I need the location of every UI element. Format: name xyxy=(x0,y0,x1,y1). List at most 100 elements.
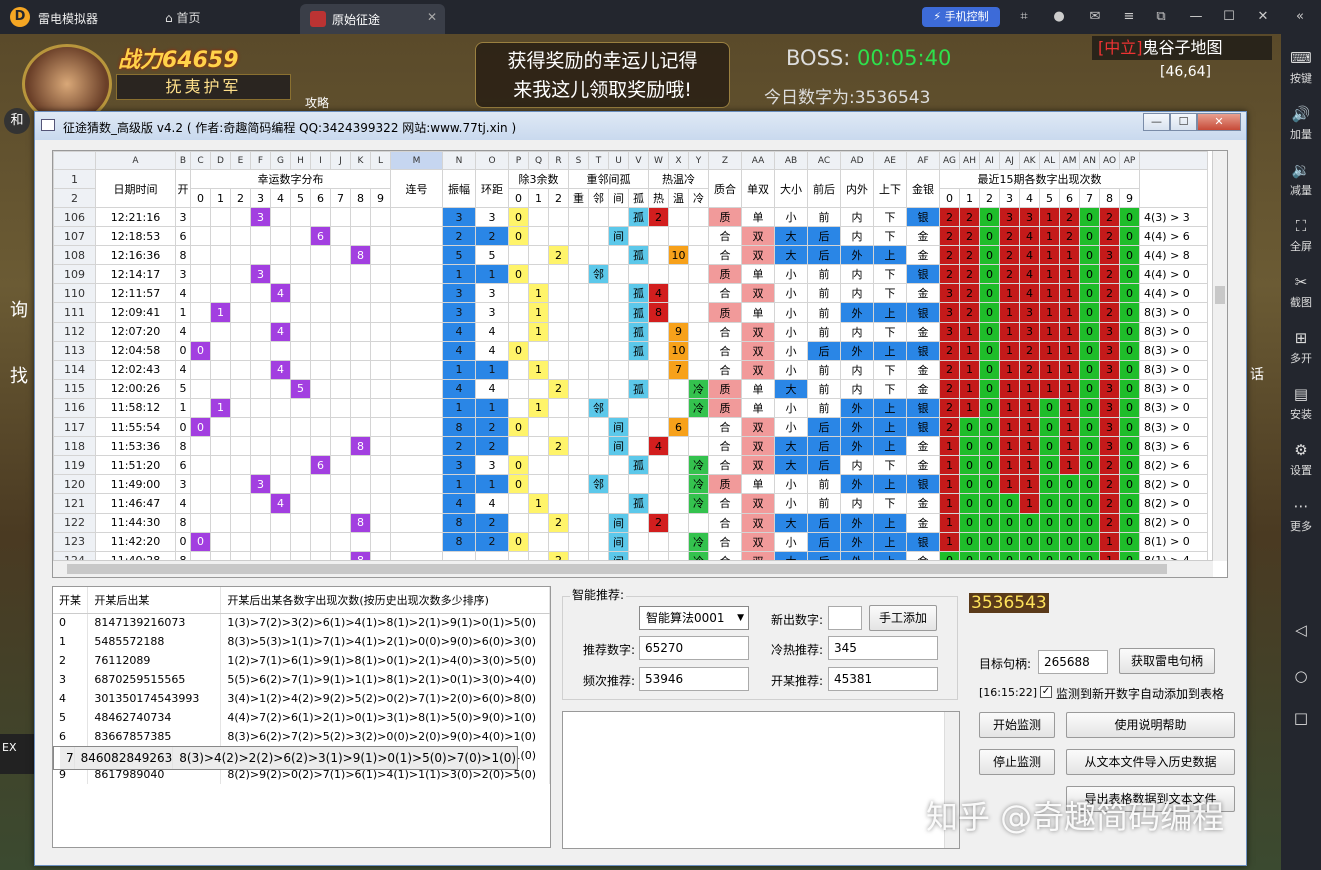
menu-icon[interactable]: ≡ xyxy=(1121,9,1137,25)
cell-div3-hit[interactable]: 0 xyxy=(508,226,529,247)
cell-recent[interactable]: 0 xyxy=(1019,512,1040,533)
cell-recent[interactable]: 1 xyxy=(1019,455,1040,476)
cell-cljg[interactable] xyxy=(588,206,609,228)
cell-recent[interactable]: 2 xyxy=(1059,226,1080,247)
cell-rwl[interactable] xyxy=(668,226,689,247)
cell-rwl-hit[interactable]: 6 xyxy=(668,417,689,438)
cell-cljg[interactable] xyxy=(628,264,649,285)
cell-time[interactable]: 11:51:20 xyxy=(95,455,176,476)
cell-danshuang[interactable]: 双 xyxy=(741,283,775,304)
cell-time[interactable]: 11:55:54 xyxy=(95,417,176,438)
cell-lianhao[interactable] xyxy=(390,245,443,266)
row-header[interactable]: 2 xyxy=(53,188,96,208)
cell-recent[interactable]: 1 xyxy=(939,436,960,457)
cell-cljg[interactable] xyxy=(568,493,589,514)
header-lucky-digit[interactable]: 2 xyxy=(230,188,251,208)
cell-kai[interactable]: 0 xyxy=(175,340,191,361)
column-letter[interactable]: F xyxy=(250,151,271,170)
cell-recent[interactable]: 0 xyxy=(959,455,980,476)
cell-div3[interactable] xyxy=(508,302,529,323)
cell-daxiao[interactable]: 大 xyxy=(774,455,808,476)
cell-rwl-hit[interactable]: 9 xyxy=(668,321,689,342)
cell-zhihe[interactable]: 合 xyxy=(708,245,742,266)
cell-lucky[interactable] xyxy=(350,226,371,247)
cell-cljg-hit[interactable]: 邻 xyxy=(588,474,609,495)
cell-div3-hit[interactable]: 2 xyxy=(548,436,569,457)
attack-guide-label[interactable]: 攻略 xyxy=(305,94,329,111)
cell-lucky[interactable] xyxy=(290,474,311,495)
cell-cljg-hit[interactable]: 间 xyxy=(608,512,629,533)
cell-lucky-hit[interactable]: 1 xyxy=(210,397,231,419)
cell-cljg[interactable] xyxy=(628,226,649,247)
cell-danshuang[interactable]: 双 xyxy=(741,340,775,361)
cell-cljg-hit[interactable]: 孤 xyxy=(628,283,649,304)
cell-cljg[interactable] xyxy=(588,226,609,247)
cell-recent[interactable]: 3 xyxy=(1099,397,1120,419)
cell-lucky[interactable] xyxy=(350,206,371,228)
cell-cljg[interactable] xyxy=(568,264,589,285)
cell-recent[interactable]: 0 xyxy=(1119,340,1140,361)
cell-div3[interactable] xyxy=(548,321,569,342)
column-letter[interactable]: AM xyxy=(1059,151,1080,170)
cell-qianhou[interactable]: 后 xyxy=(807,417,841,438)
cell-lucky[interactable] xyxy=(310,283,331,304)
header-kai[interactable]: 开 xyxy=(175,169,191,208)
cell-cljg-hit[interactable]: 间 xyxy=(608,417,629,438)
cell-tail[interactable]: 8(3) > 0 xyxy=(1139,340,1208,361)
cell-div3[interactable] xyxy=(548,455,569,476)
cell-lucky-hit[interactable]: 4 xyxy=(270,283,291,304)
cell-lucky[interactable] xyxy=(370,206,391,228)
column-letter[interactable]: N xyxy=(442,151,476,170)
header-recent-digit[interactable]: 4 xyxy=(1019,188,1040,208)
cell-lucky[interactable] xyxy=(270,455,291,476)
cell-lucky[interactable] xyxy=(350,493,371,514)
cell-recent[interactable]: 1 xyxy=(1019,397,1040,419)
cell-div3-hit[interactable]: 1 xyxy=(528,493,549,514)
cell-recent[interactable]: 0 xyxy=(999,512,1020,533)
cell-div3-hit[interactable]: 2 xyxy=(548,512,569,533)
cell-cljg[interactable] xyxy=(568,512,589,533)
column-letter[interactable]: T xyxy=(588,151,609,170)
cell-time[interactable]: 11:58:12 xyxy=(95,397,176,419)
minimize-icon[interactable]: — xyxy=(1188,9,1204,25)
cell-lucky[interactable] xyxy=(330,264,351,285)
header-cljg[interactable]: 重 xyxy=(568,188,589,208)
cell-lucky[interactable] xyxy=(370,378,391,399)
cell-time[interactable]: 12:11:57 xyxy=(95,283,176,304)
cell-time[interactable]: 12:16:36 xyxy=(95,245,176,266)
cell-zhenfu[interactable]: 1 xyxy=(442,474,476,495)
column-letter[interactable]: AO xyxy=(1099,151,1120,170)
cell-kai[interactable]: 4 xyxy=(175,359,191,380)
cell-rwl[interactable] xyxy=(688,436,709,457)
cell-recent[interactable]: 0 xyxy=(1119,321,1140,342)
header-neiwai[interactable]: 内外 xyxy=(840,169,874,208)
cell-cljg-hit[interactable]: 孤 xyxy=(628,206,649,228)
cell-tail[interactable]: 4(4) > 6 xyxy=(1139,226,1208,247)
cell-tail[interactable]: 4(4) > 0 xyxy=(1139,283,1208,304)
table-row[interactable]: 110 12:11:57 4 4 3 3 1 孤 4 合双小前内下金 3 2 0 1 4 1 1 0 2 0 4(4) … xyxy=(53,283,1208,304)
cell-zhenfu[interactable]: 8 xyxy=(442,531,476,552)
cell-recent[interactable]: 1 xyxy=(999,417,1020,438)
cell-recent[interactable]: 0 xyxy=(1119,531,1140,552)
table-row[interactable]: 119 11:51:20 6 6 3 3 0 孤冷合双大后内下金 1 0 0 1 1 0 1 0 2 0 8(2) … xyxy=(53,455,1208,476)
cell-div3-hit[interactable]: 0 xyxy=(508,474,529,495)
cell-recent[interactable]: 0 xyxy=(959,417,980,438)
cell-lucky[interactable] xyxy=(190,493,211,514)
cell-kai[interactable]: 4 xyxy=(175,283,191,304)
cell-shangxia[interactable]: 下 xyxy=(873,264,907,285)
cell-div3[interactable] xyxy=(548,302,569,323)
cell-recent[interactable]: 0 xyxy=(1119,245,1140,266)
cell-lucky[interactable] xyxy=(290,455,311,476)
cell-div3[interactable] xyxy=(508,359,529,380)
header-recent-digit[interactable]: 5 xyxy=(1039,188,1060,208)
cell-lianhao[interactable] xyxy=(390,359,443,380)
cell-recent[interactable]: 0 xyxy=(1119,264,1140,285)
kai-table-row[interactable]: 5 48462740734 4(4)>7(2)>6(1)>2(1)>0(1)>3(1… xyxy=(53,708,550,727)
cell-time[interactable]: 11:42:20 xyxy=(95,531,176,552)
cell-huanju[interactable]: 2 xyxy=(475,417,509,438)
cell-cljg[interactable] xyxy=(568,321,589,342)
cell-div3[interactable] xyxy=(508,397,529,419)
cell-lucky-hit[interactable]: 1 xyxy=(210,302,231,323)
cell-div3-hit[interactable]: 1 xyxy=(528,359,549,380)
cell-cljg[interactable] xyxy=(568,417,589,438)
